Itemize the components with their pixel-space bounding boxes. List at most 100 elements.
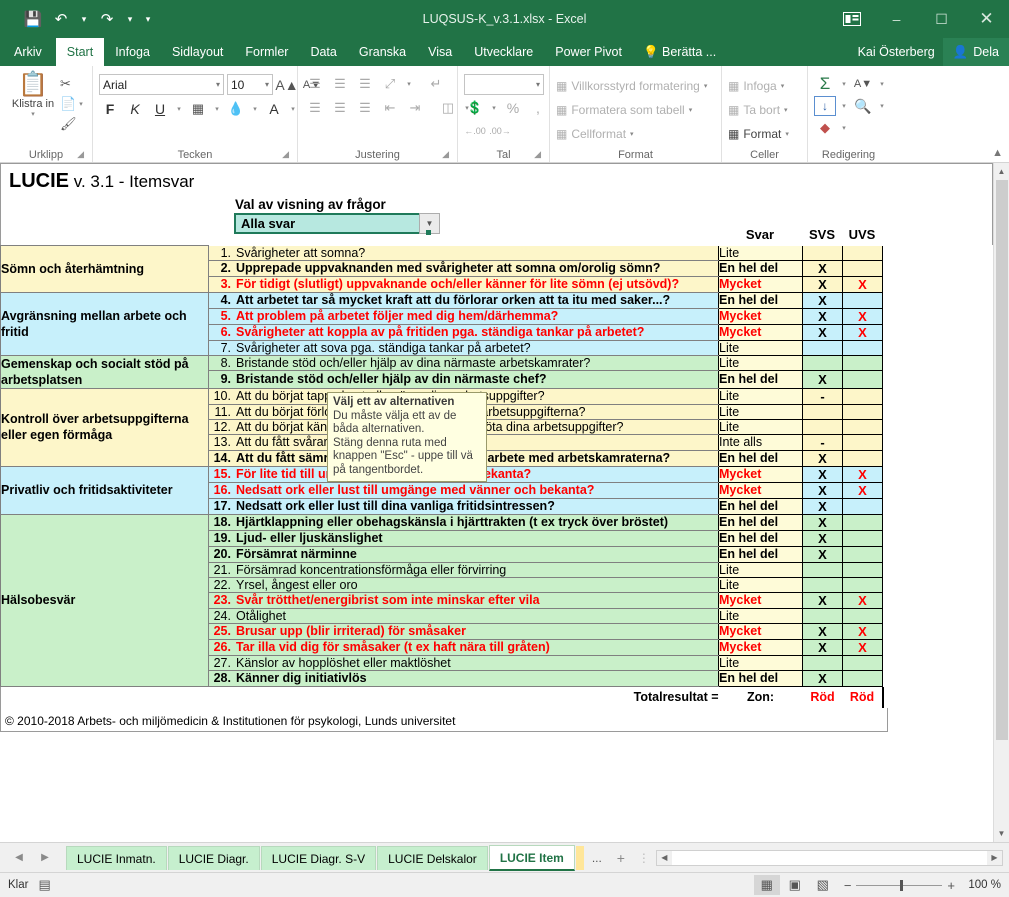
ribbon-tab-power-pivot[interactable]: Power Pivot: [544, 38, 633, 66]
ribbon-tab-formler[interactable]: Formler: [234, 38, 299, 66]
align-left-icon[interactable]: ☰: [304, 98, 326, 118]
account-name[interactable]: Kai Österberg: [850, 38, 943, 66]
zoom-slider-track[interactable]: [856, 879, 943, 891]
selection-fill-handle[interactable]: [426, 230, 431, 235]
answer-cell[interactable]: Lite: [718, 608, 803, 624]
question-cell[interactable]: 8. Bristande stöd och/eller hjälp av dina…: [208, 355, 719, 372]
increase-indent-icon[interactable]: ⇥: [404, 98, 426, 118]
question-cell[interactable]: 17. Nedsatt ork eller lust till dina vanl…: [208, 498, 719, 515]
question-cell[interactable]: 19. Ljud- eller ljuskänslighet: [208, 530, 719, 547]
answer-cell[interactable]: Lite: [718, 655, 803, 671]
save-icon[interactable]: 💾: [20, 7, 46, 31]
answer-cell[interactable]: Lite: [718, 562, 803, 578]
sheet-tab-partial[interactable]: [575, 845, 584, 870]
answer-cell[interactable]: En hel del: [718, 530, 803, 547]
hscroll-right-arrow-icon[interactable]: ▶: [987, 851, 1002, 865]
align-middle-icon[interactable]: ☰: [329, 74, 351, 94]
answer-cell[interactable]: Mycket: [718, 276, 803, 293]
cell-styles-button[interactable]: ▦ Cellformat ▾: [556, 123, 634, 144]
question-cell[interactable]: 26. Tar illa vid dig för småsaker (t ex h…: [208, 639, 719, 656]
fill-down-icon[interactable]: ↓: [814, 96, 836, 116]
accounting-caret-icon[interactable]: ▾: [489, 98, 499, 118]
orientation-caret-icon[interactable]: ▾: [404, 74, 414, 94]
wrap-text-icon[interactable]: ↵: [425, 74, 447, 94]
grow-font-icon[interactable]: A▲: [275, 75, 298, 95]
accessibility-check-icon[interactable]: ▤: [38, 877, 50, 893]
table-row[interactable]: Avgränsning mellan arbete och fritid 4. At…: [0, 292, 883, 356]
ribbon-tab-infoga[interactable]: Infoga: [104, 38, 161, 66]
question-view-selector[interactable]: Alla svar: [234, 213, 431, 234]
sheet-tab-lucie-item[interactable]: LUCIE Item: [488, 844, 575, 871]
zoom-out-button[interactable]: −: [844, 878, 852, 893]
sheet-tab-lucie-delskalor[interactable]: LUCIE Delskalor: [377, 845, 488, 870]
question-cell[interactable]: 22. Yrsel, ångest eller oro: [208, 577, 719, 593]
number-format-combo[interactable]: ▾: [464, 74, 544, 95]
answer-cell[interactable]: Mycket: [718, 592, 803, 609]
answer-cell[interactable]: Lite: [718, 355, 803, 372]
horizontal-scrollbar[interactable]: ◀ ▶: [655, 849, 1003, 866]
align-top-icon[interactable]: ☰: [304, 74, 326, 94]
alignment-dialog-launcher[interactable]: ◢: [442, 146, 449, 162]
question-cell[interactable]: 21. Försämrad koncentrationsförmåga eller…: [208, 562, 719, 578]
vertical-scroll-track[interactable]: [993, 180, 1009, 825]
clear-eraser-icon[interactable]: ◆: [814, 118, 836, 138]
scroll-down-arrow-icon[interactable]: ▼: [993, 825, 1009, 842]
clipboard-dialog-launcher[interactable]: ◢: [77, 146, 84, 162]
answer-cell[interactable]: En hel del: [718, 514, 803, 531]
question-cell[interactable]: 18. Hjärtklappning eller obehagskänsla i …: [208, 514, 719, 531]
validation-tooltip[interactable]: Välj ett av alternativen Du måste välja …: [327, 392, 487, 482]
answer-cell[interactable]: En hel del: [718, 450, 803, 467]
vertical-scrollbar[interactable]: ▲ ▼: [993, 163, 1009, 842]
number-dialog-launcher[interactable]: ◢: [534, 146, 541, 162]
table-row[interactable]: Gemenskap och socialt stöd på arbetsplat…: [0, 355, 883, 389]
ribbon-display-options-icon[interactable]: [829, 0, 874, 38]
italic-button[interactable]: K: [124, 99, 146, 119]
cut-icon[interactable]: ✂: [60, 74, 83, 93]
ribbon-tab-visa[interactable]: Visa: [417, 38, 463, 66]
add-sheet-icon[interactable]: +: [610, 847, 632, 869]
question-cell[interactable]: 7. Svårigheter att sova pga. ständiga tan…: [208, 340, 719, 356]
fill-color-caret-icon[interactable]: ▾: [250, 99, 260, 119]
font-name-combo[interactable]: Arial ▾: [99, 74, 224, 95]
comma-format-icon[interactable]: ,: [527, 98, 549, 118]
insert-cells-button[interactable]: ▦ Infoga ▾: [728, 75, 784, 96]
increase-decimal-icon[interactable]: .00→: [489, 121, 511, 141]
zoom-percentage[interactable]: 100 %: [963, 879, 1001, 891]
answer-cell[interactable]: Inte alls: [718, 434, 803, 451]
horizontal-scroll-track[interactable]: [671, 850, 987, 865]
find-caret-icon[interactable]: ▾: [877, 96, 887, 116]
answer-cell[interactable]: Mycket: [718, 639, 803, 656]
answer-cell[interactable]: Lite: [718, 340, 803, 356]
underline-caret-icon[interactable]: ▾: [174, 99, 184, 119]
tell-me-box[interactable]: 💡 Berätta ...: [633, 38, 726, 66]
decrease-decimal-icon[interactable]: ←.00: [464, 121, 486, 141]
ribbon-tab-start[interactable]: Start: [55, 38, 105, 66]
question-cell[interactable]: 24. Otålighet: [208, 608, 719, 624]
delete-cells-button[interactable]: ▦ Ta bort ▾: [728, 99, 788, 120]
redo-caret-icon[interactable]: ▾: [122, 7, 138, 31]
zoom-slider-knob[interactable]: [900, 879, 904, 891]
customize-qat-icon[interactable]: ▾: [140, 7, 156, 31]
sheet-tab-lucie-diagr-sv[interactable]: LUCIE Diagr. S-V: [260, 845, 377, 870]
scroll-up-arrow-icon[interactable]: ▲: [993, 163, 1009, 180]
answer-cell[interactable]: En hel del: [718, 546, 803, 563]
sheet-prev-arrow-icon[interactable]: ◀: [6, 845, 32, 871]
redo-icon[interactable]: ↷: [94, 7, 120, 31]
normal-view-icon[interactable]: ▦: [753, 875, 780, 895]
zoom-slider[interactable]: − +: [844, 878, 955, 893]
answer-cell[interactable]: Lite: [718, 245, 803, 261]
close-button[interactable]: ✕: [964, 0, 1009, 38]
paste-button[interactable]: 📋 Klistra in ▾: [6, 70, 60, 119]
sheet-tabs-more[interactable]: ...: [584, 851, 610, 865]
question-cell[interactable]: 28. Känner dig initiativlös: [208, 670, 719, 687]
answer-cell[interactable]: Mycket: [718, 466, 803, 483]
clear-caret-icon[interactable]: ▾: [839, 118, 849, 138]
align-center-icon[interactable]: ☰: [329, 98, 351, 118]
underline-button[interactable]: U: [149, 99, 171, 119]
find-magnifier-icon[interactable]: 🔍: [852, 96, 874, 116]
sheet-tab-lucie-inmatn[interactable]: LUCIE Inmatn.: [66, 845, 167, 870]
vertical-scroll-thumb[interactable]: [995, 180, 1008, 740]
answer-cell[interactable]: Lite: [718, 419, 803, 435]
autosum-caret-icon[interactable]: ▾: [839, 74, 849, 94]
share-button[interactable]: 👤 Dela: [942, 38, 1009, 66]
